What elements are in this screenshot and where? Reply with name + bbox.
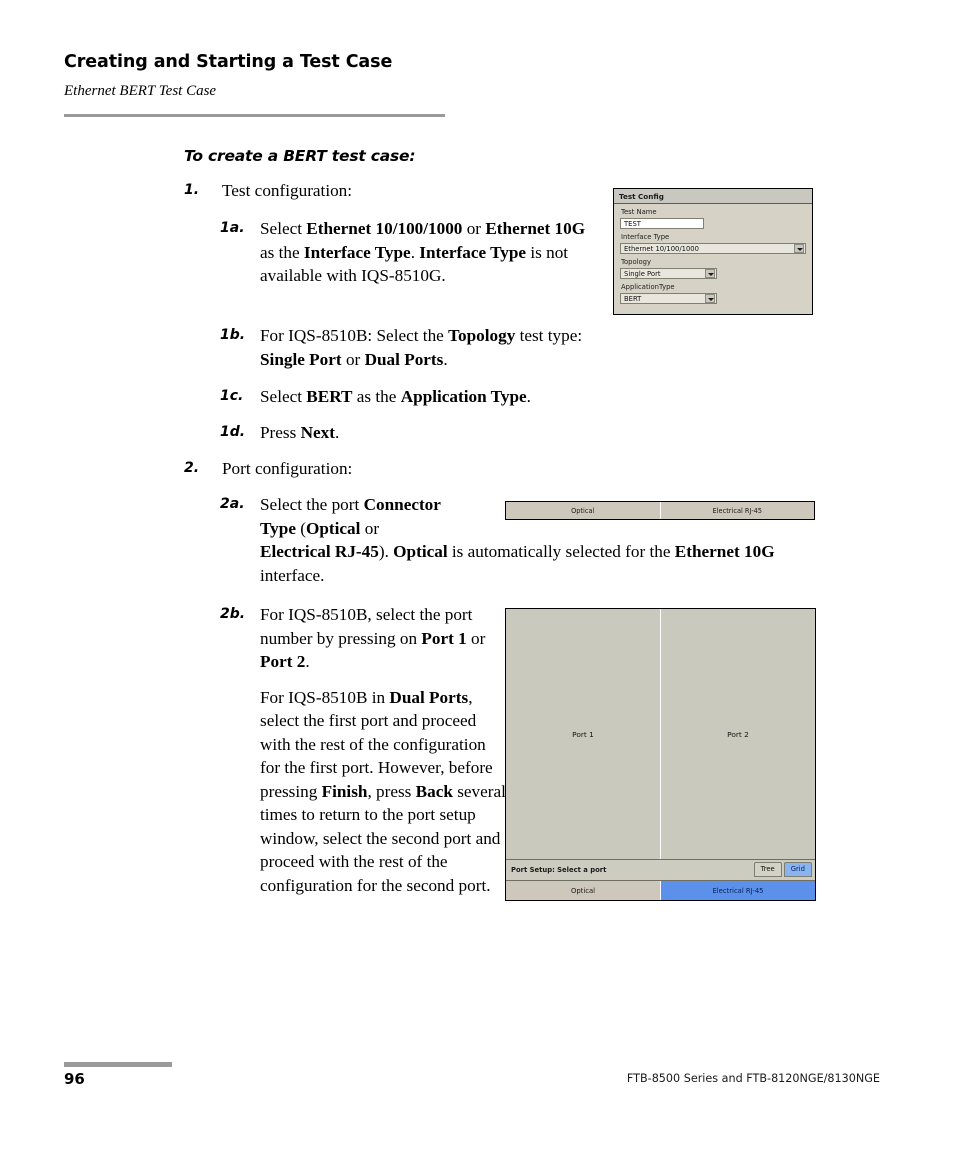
topology-value: Single Port — [624, 270, 661, 278]
procedure-heading: To create a BERT test case: — [184, 147, 416, 165]
view-tree-button[interactable]: Tree — [753, 862, 782, 877]
footer-product-line: FTB-8500 Series and FTB-8120NGE/8130NGE — [626, 1072, 880, 1085]
chapter-title: Creating and Starting a Test Case — [64, 52, 393, 72]
step-1a-number: 1a. — [220, 220, 245, 236]
view-mode-buttons: Tree Grid — [753, 862, 812, 877]
step-2b-text: For IQS-8510B, select the port number by… — [260, 605, 486, 671]
step-1d: 1d. Press Next. — [220, 421, 615, 445]
interface-type-label: Interface Type — [621, 233, 670, 241]
application-type-select[interactable]: BERT — [620, 293, 717, 304]
header-divider — [64, 114, 445, 117]
port-setup-tab-electrical-rj45[interactable]: Electrical RJ-45 — [661, 881, 815, 900]
step-1c-text: Select BERT as the Application Type. — [260, 387, 531, 406]
interface-type-value: Ethernet 10/100/1000 — [624, 245, 699, 253]
step-1: 1. Test configuration: — [184, 179, 604, 203]
page-header: Creating and Starting a Test Case Ethern… — [64, 52, 446, 100]
step-2a-number: 2a. — [220, 496, 245, 512]
step-2-text: Port configuration: — [222, 459, 353, 478]
port-1-cell[interactable]: Port 1 — [506, 609, 661, 859]
topology-label: Topology — [621, 258, 652, 266]
tab-electrical-rj45[interactable]: Electrical RJ-45 — [660, 502, 814, 519]
test-config-body: Test Name TEST Interface Type Ethernet 1… — [614, 204, 812, 304]
step-1a: 1a. Select Ethernet 10/100/1000 or Ether… — [220, 217, 588, 288]
step-2b-number: 2b. — [220, 606, 246, 622]
topology-select[interactable]: Single Port — [620, 268, 717, 279]
port-setup-tab-optical[interactable]: Optical — [506, 881, 661, 900]
chevron-down-icon[interactable] — [705, 294, 715, 303]
step-1c-number: 1c. — [220, 388, 244, 404]
step-1b-text: For IQS-8510B: Select the Topology test … — [260, 326, 583, 369]
port-setup-statusbar: Port Setup: Select a port Tree Grid — [506, 859, 815, 880]
test-config-dialog: Test Config Test Name TEST Interface Typ… — [613, 188, 813, 315]
test-config-titlebar: Test Config — [614, 189, 812, 204]
step-1-number: 1. — [184, 182, 200, 198]
page-number: 96 — [64, 1070, 85, 1088]
view-grid-button[interactable]: Grid — [783, 862, 812, 877]
step-2b-text-2: For IQS-8510B in Dual Ports, select the … — [260, 687, 506, 895]
step-1b: 1b. For IQS-8510B: Select the Topology t… — [220, 324, 615, 371]
step-1d-text: Press Next. — [260, 423, 340, 442]
port-setup-panel: Port 1 Port 2 Port Setup: Select a port … — [505, 608, 816, 901]
section-title: Ethernet BERT Test Case — [64, 83, 217, 99]
test-name-input[interactable]: TEST — [620, 218, 704, 229]
application-type-value: BERT — [624, 295, 642, 303]
connector-type-tabbar: Optical Electrical RJ-45 — [505, 501, 815, 520]
port-setup-connector-tabs: Optical Electrical RJ-45 — [506, 880, 815, 900]
port-2-cell[interactable]: Port 2 — [661, 609, 815, 859]
step-1c: 1c. Select BERT as the Application Type. — [220, 385, 615, 409]
step-2-number: 2. — [184, 460, 200, 476]
step-1-text: Test configuration: — [222, 181, 353, 200]
status-text: Port Setup: Select a port — [511, 866, 607, 874]
step-2b: 2b. For IQS-8510B, select the port numbe… — [220, 603, 510, 897]
application-type-label: ApplicationType — [621, 283, 675, 291]
step-1d-number: 1d. — [220, 424, 246, 440]
chevron-down-icon[interactable] — [705, 269, 715, 278]
chevron-down-icon[interactable] — [794, 244, 804, 253]
step-1b-number: 1b. — [220, 327, 246, 343]
footer-divider — [64, 1062, 172, 1067]
port-grid: Port 1 Port 2 — [506, 609, 815, 859]
step-1a-text: Select Ethernet 10/100/1000 or Ethernet … — [260, 219, 586, 285]
test-name-label: Test Name — [621, 208, 657, 216]
tab-optical[interactable]: Optical — [506, 502, 661, 519]
step-2: 2. Port configuration: — [184, 457, 604, 481]
interface-type-select[interactable]: Ethernet 10/100/1000 — [620, 243, 806, 254]
